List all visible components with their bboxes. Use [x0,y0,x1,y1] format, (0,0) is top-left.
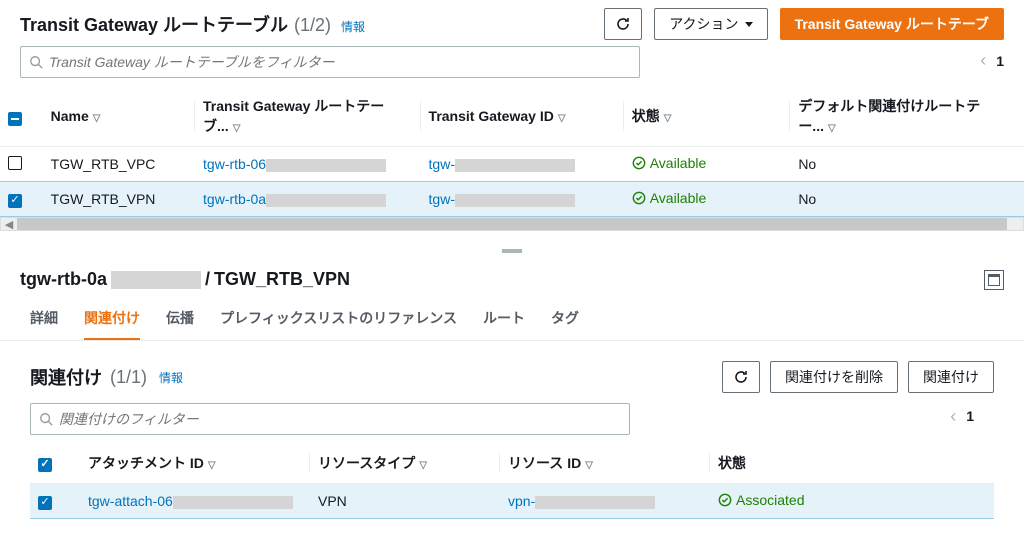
cell-default-assoc: No [790,147,1024,182]
cell-name: TGW_RTB_VPC [43,147,195,182]
assoc-filter-input[interactable] [59,411,621,427]
breadcrumb-name: TGW_RTB_VPN [214,269,350,290]
search-icon [29,55,43,69]
create-route-table-button[interactable]: Transit Gateway ルートテーブ [780,8,1004,40]
cell-rtb-id[interactable]: tgw-rtb-06 [203,156,266,172]
maximize-button[interactable] [984,270,1004,290]
col-attachment-id[interactable]: アタッチメント ID▽ [80,443,310,484]
tab-tags[interactable]: タグ [551,308,579,340]
table-row[interactable]: TGW_RTB_VPC tgw-rtb-06 tgw- Available No [0,147,1024,182]
tab-details[interactable]: 詳細 [30,308,58,340]
pager-page: 1 [996,53,1004,69]
create-association-button[interactable]: 関連付け [908,361,994,393]
tab-propagations[interactable]: 伝播 [166,308,194,340]
row-checkbox[interactable] [8,156,22,170]
check-circle-icon [632,191,646,205]
filter-container[interactable] [20,46,640,78]
page-title: Transit Gateway ルートテーブル [20,11,288,37]
select-all-checkbox[interactable] [8,112,22,126]
col-default-assoc[interactable]: デフォルト関連付けルートテー...▽ [790,86,1024,147]
breadcrumb: tgw-rtb-0a [20,269,107,290]
pager-prev[interactable]: ‹ [980,50,986,71]
chevron-down-icon [745,22,753,27]
assoc-select-all-checkbox[interactable] [38,458,52,472]
cell-tgw-id[interactable]: tgw- [429,191,455,207]
actions-dropdown[interactable]: アクション [654,8,767,40]
route-tables-table: Name▽ Transit Gateway ルートテーブ...▽ Transit… [0,86,1024,217]
pane-splitter[interactable] [0,239,1024,263]
filter-input[interactable] [49,54,631,70]
col-tgw-id[interactable]: Transit Gateway ID▽ [421,86,624,147]
col-name[interactable]: Name▽ [43,86,195,147]
cell-name: TGW_RTB_VPN [43,182,195,217]
refresh-icon [615,16,631,32]
row-checkbox[interactable] [8,194,22,208]
cell-resource-id[interactable]: vpn- [508,493,535,509]
associations-title: 関連付け [30,364,102,390]
check-circle-icon [632,156,646,170]
check-circle-icon [718,493,732,507]
horizontal-scrollbar[interactable]: ◀ [0,217,1024,231]
breadcrumb-sep: / [205,269,210,290]
table-row[interactable]: TGW_RTB_VPN tgw-rtb-0a tgw- Available No [0,182,1024,217]
selection-count: (1/2) [294,15,331,36]
assoc-pager-page: 1 [966,408,974,424]
cell-tgw-id[interactable]: tgw- [429,156,455,172]
status-badge: Available [632,190,707,206]
associations-info-link[interactable]: 情報 [159,369,183,386]
tab-routes[interactable]: ルート [483,308,525,340]
col-rtb-id[interactable]: Transit Gateway ルートテーブ...▽ [195,86,421,147]
col-resource-id[interactable]: リソース ID▽ [500,443,710,484]
col-assoc-state[interactable]: 状態 [710,443,994,484]
cell-default-assoc: No [790,182,1024,217]
assoc-pager-prev[interactable]: ‹ [950,406,956,427]
assoc-filter-container[interactable] [30,403,630,435]
refresh-button[interactable] [604,8,642,40]
cell-attachment-id[interactable]: tgw-attach-06 [88,493,173,509]
info-link[interactable]: 情報 [341,18,365,35]
search-icon [39,412,53,426]
tab-associations[interactable]: 関連付け [84,308,140,340]
associations-table: アタッチメント ID▽ リソースタイプ▽ リソース ID▽ 状態 tgw-att… [30,443,994,519]
assoc-refresh-button[interactable] [722,361,760,393]
status-badge: Available [632,155,707,171]
actions-label: アクション [669,14,738,34]
delete-association-button[interactable]: 関連付けを削除 [770,361,898,393]
status-badge: Associated [718,492,804,508]
refresh-icon [733,369,749,385]
cell-resource-type: VPN [310,484,500,519]
row-checkbox[interactable] [38,496,52,510]
grip-icon [502,249,522,253]
cell-rtb-id[interactable]: tgw-rtb-0a [203,191,266,207]
col-resource-type[interactable]: リソースタイプ▽ [310,443,500,484]
detail-tabs: 詳細 関連付け 伝播 プレフィックスリストのリファレンス ルート タグ [0,296,1024,341]
col-state[interactable]: 状態▽ [624,86,791,147]
table-row[interactable]: tgw-attach-06 VPN vpn- Associated [30,484,994,519]
tab-prefix-refs[interactable]: プレフィックスリストのリファレンス [220,308,457,340]
associations-count: (1/1) [110,367,147,388]
